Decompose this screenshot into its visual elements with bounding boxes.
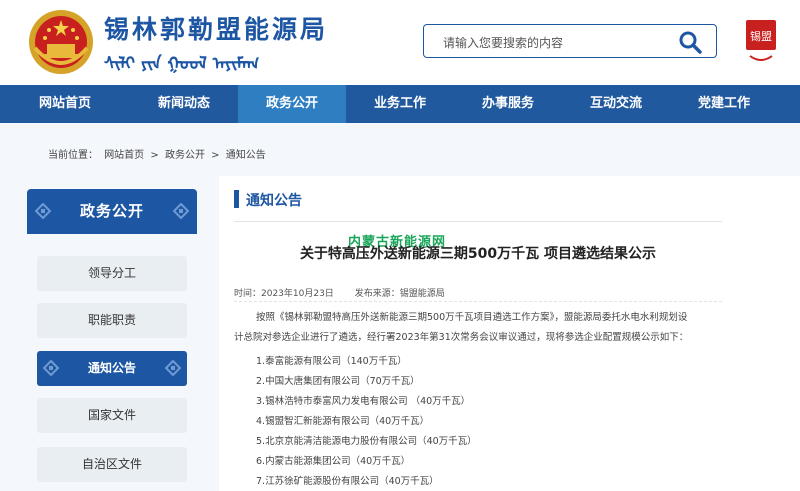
breadcrumb: 当前位置： 网站首页 > 政务公开 > 通知公告 [48, 146, 269, 161]
article-paragraph: 计总院对参选企业进行了遴选，经行署2023年第31次常务会议审议通过，现将参选企… [234, 332, 689, 343]
nav-item-news[interactable]: 新闻动态 [130, 85, 238, 123]
list-item: 3.锡林浩特市泰富风力发电有限公司 （40万千瓦） [256, 396, 471, 407]
section-title-bar [234, 190, 239, 208]
list-item: 6.内蒙古能源集团公司（40万千瓦） [256, 456, 411, 467]
sidebar-item-functions[interactable]: 职能职责 [37, 303, 187, 338]
knot-ornament-icon [43, 360, 59, 376]
breadcrumb-separator: > [150, 150, 159, 161]
section-title: 通知公告 [246, 193, 302, 209]
list-item: 4.锡盟智汇新能源有限公司（40万千瓦） [256, 416, 430, 427]
page: 锡林郭勒盟能源局 ᠰᠢᠯᠢ ᠶᠢᠨ ᠭᠣᠣᠯ ᠠᠶᠢᠮᠠᠭ 请输入您要搜索的内容… [0, 0, 800, 491]
search-input[interactable]: 请输入您要搜索的内容 [443, 34, 563, 51]
site-title-mongolian: ᠰᠢᠯᠢ ᠶᠢᠨ ᠭᠣᠣᠯ ᠠᠶᠢᠮᠠᠭ [104, 54, 260, 74]
article-paragraph: 按照《锡林郭勒盟特高压外送新能源三期500万千瓦项目遴选工作方案》，盟能源局委托… [256, 312, 688, 323]
article-title: 关于特高压外送新能源三期500万千瓦 项目遴选结果公示 [299, 246, 657, 262]
publish-source: 发布来源：锡盟能源局 [354, 289, 445, 299]
knot-ornament-icon [173, 203, 189, 219]
breadcrumb-current[interactable]: 通知公告 [226, 150, 266, 161]
article-meta: 时间：2023年10月23日 发布来源：锡盟能源局 [234, 286, 463, 299]
seal-text: 锡盟 [750, 29, 772, 43]
divider [234, 301, 722, 302]
search-icon [679, 31, 702, 54]
nav-item-party-building[interactable]: 党建工作 [670, 85, 778, 123]
search-button[interactable] [678, 30, 702, 54]
breadcrumb-home[interactable]: 网站首页 [104, 150, 144, 161]
breadcrumb-prefix: 当前位置： [48, 150, 98, 161]
list-item: 7.江苏徐矿能源股份有限公司（40万千瓦） [256, 476, 439, 487]
nav-item-business[interactable]: 业务工作 [346, 85, 454, 123]
sidebar-item-label: 通知公告 [87, 361, 136, 375]
sidebar-item-regional-documents[interactable]: 自治区文件 [37, 447, 187, 482]
breadcrumb-separator: > [211, 150, 220, 161]
article-panel: 通知公告 内蒙古新能源网 关于特高压外送新能源三期500万千瓦 项目遴选结果公示… [219, 176, 800, 491]
sidebar-title: 政务公开 [79, 202, 144, 220]
nav-item-government-affairs[interactable]: 政务公开 [238, 85, 346, 123]
divider [234, 221, 722, 222]
nav-item-interaction[interactable]: 互动交流 [562, 85, 670, 123]
breadcrumb-government-affairs[interactable]: 政务公开 [165, 150, 205, 161]
publish-time: 时间：2023年10月23日 [234, 289, 334, 299]
main-nav: 网站首页 新闻动态 政务公开 业务工作 办事服务 互动交流 党建工作 [0, 85, 800, 123]
nav-item-services[interactable]: 办事服务 [454, 85, 562, 123]
seal-logo: 锡盟 [744, 18, 778, 66]
site-header: 锡林郭勒盟能源局 ᠰᠢᠯᠢ ᠶᠢᠨ ᠭᠣᠣᠯ ᠠᠶᠢᠮᠠᠭ 请输入您要搜索的内容… [0, 0, 800, 85]
list-item: 2.中国大唐集团有限公司（70万千瓦） [256, 376, 420, 387]
sidebar-item-leadership[interactable]: 领导分工 [37, 256, 187, 291]
sidebar-item-national-documents[interactable]: 国家文件 [37, 398, 187, 433]
knot-ornament-icon [165, 360, 181, 376]
sidebar-header: 政务公开 [27, 189, 197, 234]
list-item: 5.北京京能清洁能源电力股份有限公司（40万千瓦） [256, 436, 477, 447]
national-emblem-logo[interactable] [27, 8, 95, 76]
list-item: 1.泰富能源有限公司（140万千瓦） [256, 356, 407, 367]
search-bar[interactable]: 请输入您要搜索的内容 [423, 24, 717, 58]
site-title: 锡林郭勒盟能源局 [104, 15, 329, 44]
sidebar-item-notices[interactable]: 通知公告 [37, 351, 187, 386]
nav-item-home[interactable]: 网站首页 [0, 85, 130, 123]
